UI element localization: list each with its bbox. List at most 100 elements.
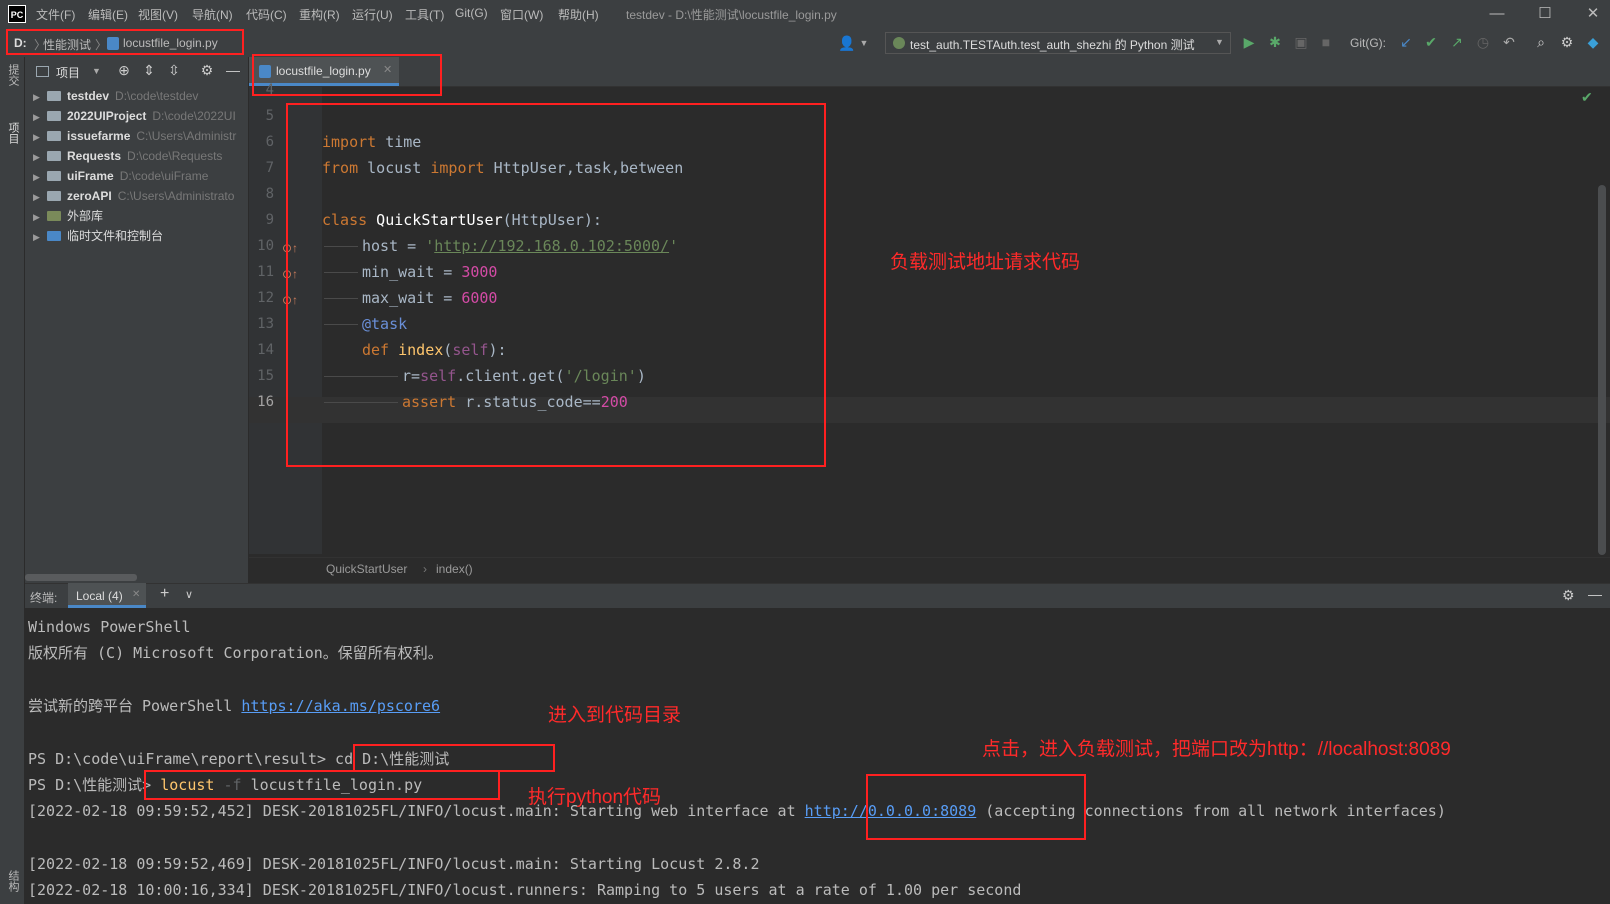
tree-item-path: D:\code\uiFrame [119, 169, 209, 183]
tree-item-name: testdev [67, 89, 110, 103]
tree-item-issuefarme[interactable]: ▶ issuefarme C:\Users\Administr [25, 126, 248, 146]
debug-icon[interactable]: ✱ [1266, 34, 1284, 50]
tree-item-name: Requests [67, 149, 122, 163]
gear-icon[interactable]: ⚙ [1558, 34, 1576, 50]
tree-item-testdev[interactable]: ▶ testdev D:\code\testdev [25, 86, 248, 106]
structure-tool-tab[interactable]: 结构 [5, 870, 21, 892]
minimize-button[interactable]: — [1486, 3, 1508, 25]
chevron-right-icon: › [423, 562, 427, 576]
menu-item[interactable]: 窗口(W) [500, 6, 543, 23]
commit-tool-tab[interactable]: 提交 [5, 64, 21, 86]
project-tree: ▶ testdev D:\code\testdev ▶ 2022UIProject D:… [25, 86, 248, 586]
project-tool-tab[interactable]: 项目 [5, 122, 21, 144]
tree-item-zeroapi[interactable]: ▶ zeroAPI C:\Users\Administrato [25, 186, 248, 206]
gear-icon[interactable]: ⚙ [198, 62, 216, 78]
window-title: testdev - D:\性能测试\locustfile_login.py [626, 8, 837, 22]
menu-item[interactable]: 运行(U) [352, 6, 393, 23]
annotation-cd-note: 进入到代码目录 [548, 705, 682, 726]
line-number: 6 [265, 134, 274, 150]
folder-icon [47, 91, 61, 101]
stop-icon[interactable]: ■ [1317, 34, 1335, 50]
terminal-tab-label: Local (4) [76, 589, 123, 603]
chevron-down-icon[interactable]: ▼ [855, 35, 873, 51]
annotation-box-locust [144, 770, 500, 800]
line-number: 7 [265, 160, 274, 176]
coverage-icon[interactable]: ▣ [1292, 34, 1310, 50]
menu-item[interactable]: 导航(N) [192, 6, 233, 23]
hide-panel-icon[interactable]: — [1588, 586, 1602, 602]
left-tool-stripe [0, 57, 25, 904]
tree-item-scratches[interactable]: ▶ 临时文件和控制台 [25, 226, 248, 246]
terminal-label: 终端: [30, 591, 58, 605]
line-number: 10 [257, 238, 274, 254]
expand-all-icon[interactable]: ⇕ [140, 62, 158, 78]
terminal-line: [2022-02-18 09:59:52,469] DESK-20181025F… [28, 855, 760, 873]
code-breadcrumb-class[interactable]: QuickStartUser [326, 562, 407, 576]
line-number: 9 [265, 212, 274, 228]
menu-item[interactable]: Git(G) [455, 6, 488, 20]
annotation-box-cd [353, 744, 555, 772]
tree-item-name: 外部库 [67, 209, 104, 223]
folder-icon [47, 131, 61, 141]
menu-item[interactable]: 帮助(H) [558, 6, 599, 23]
tree-item-uiframe[interactable]: ▶ uiFrame D:\code\uiFrame [25, 166, 248, 186]
gear-icon[interactable]: ⚙ [1562, 587, 1575, 604]
history-icon[interactable]: ◷ [1474, 34, 1492, 50]
tree-item-requests[interactable]: ▶ Requests D:\code\Requests [25, 146, 248, 166]
close-icon[interactable]: ✕ [132, 589, 140, 600]
line-number: 8 [265, 186, 274, 202]
tree-item-path: C:\Users\Administr [136, 129, 237, 143]
chevron-right-icon: ▶ [33, 92, 40, 102]
terminal-line: 版权所有 (C) Microsoft Corporation。保留所有权利。 [28, 644, 443, 662]
maximize-button[interactable]: ☐ [1534, 3, 1556, 25]
user-icon[interactable]: 👤 [838, 35, 856, 51]
git-update-icon[interactable]: ↙ [1397, 34, 1415, 50]
folder-icon [47, 191, 61, 201]
terminal-line: 尝试新的跨平台 PowerShell https://aka.ms/pscore… [28, 697, 441, 715]
chevron-down-icon: ▼ [1215, 37, 1224, 47]
tree-item-2022uiproject[interactable]: ▶ 2022UIProject D:\code\2022UI [25, 106, 248, 126]
add-icon[interactable]: + [160, 585, 169, 603]
annotation-box-code [286, 103, 826, 467]
tree-item-name: uiFrame [67, 169, 114, 183]
line-number: 14 [257, 342, 274, 358]
chevron-down-icon[interactable]: ▼ [92, 66, 101, 76]
editor-tab-bar [249, 57, 1610, 87]
annotation-code-note: 负载测试地址请求代码 [890, 252, 1081, 273]
git-push-icon[interactable]: ↗ [1448, 34, 1466, 50]
terminal-header [25, 583, 1610, 609]
tree-item-external-libraries[interactable]: ▶ 外部库 [25, 206, 248, 226]
project-horizontal-scrollbar[interactable] [25, 574, 137, 581]
git-commit-icon[interactable]: ✔ [1422, 34, 1440, 50]
line-number: 11 [257, 264, 274, 280]
locate-icon[interactable]: ⊕ [115, 62, 133, 78]
collapse-all-icon[interactable]: ⇳ [165, 62, 183, 78]
editor-vertical-scrollbar[interactable] [1598, 185, 1606, 555]
pycharm-logo: PC [8, 5, 26, 23]
scratches-icon [47, 231, 61, 241]
menu-item[interactable]: 工具(T) [405, 6, 444, 23]
menu-item[interactable]: 代码(C) [246, 6, 287, 23]
jetbrains-toolbox-icon[interactable]: ◆ [1584, 34, 1602, 50]
annotation-box-breadcrumb [6, 29, 244, 55]
close-window-button[interactable]: ✕ [1582, 3, 1604, 25]
run-icon[interactable]: ▶ [1240, 34, 1258, 50]
chevron-down-icon[interactable]: ∨ [185, 588, 193, 601]
rollback-icon[interactable]: ↶ [1500, 34, 1518, 50]
tree-item-path: D:\code\2022UI [152, 109, 236, 123]
search-icon[interactable]: ⌕ [1532, 34, 1550, 50]
menu-item[interactable]: 重构(R) [299, 6, 340, 23]
tree-item-name: 临时文件和控制台 [67, 229, 164, 243]
tree-item-path: C:\Users\Administrato [117, 189, 235, 203]
pscore-link[interactable]: https://aka.ms/pscore6 [241, 697, 440, 715]
code-breadcrumb-function[interactable]: index() [436, 562, 473, 576]
menu-item[interactable]: 编辑(E) [88, 6, 128, 23]
git-label: Git(G): [1350, 36, 1386, 50]
menu-item[interactable]: 视图(V) [138, 6, 178, 23]
line-number: 12 [257, 290, 274, 306]
menu-item[interactable]: 文件(F) [36, 6, 75, 23]
tree-item-path: D:\code\testdev [115, 89, 199, 103]
no-problems-check-icon: ✔ [1581, 89, 1593, 105]
project-panel-title[interactable]: 项目 [56, 64, 80, 81]
hide-panel-icon[interactable]: — [224, 62, 242, 78]
